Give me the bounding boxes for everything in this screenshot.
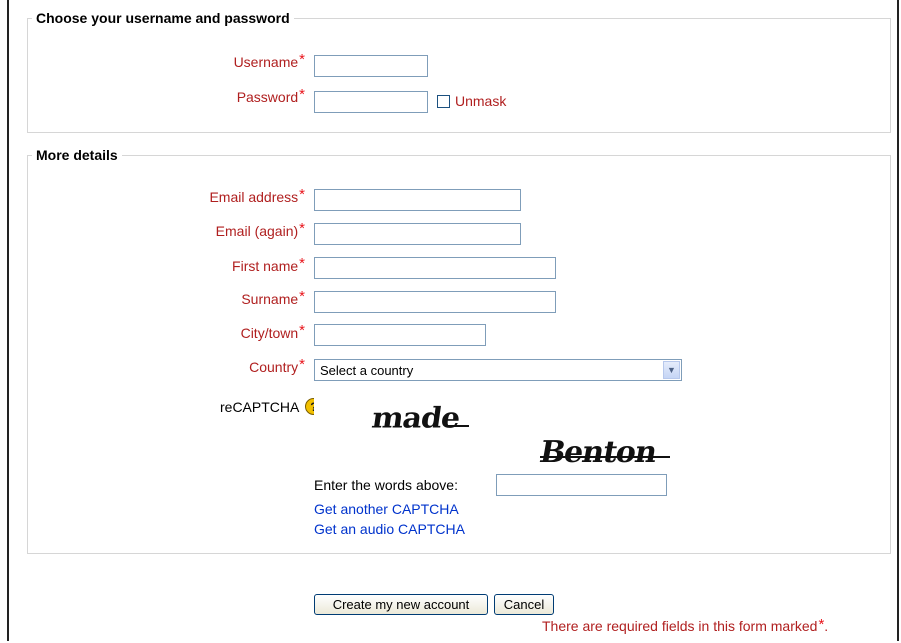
unmask-toggle[interactable]: Unmask [437,93,506,109]
create-account-button[interactable]: Create my new account [314,594,488,615]
required-asterisk: * [299,356,305,373]
required-asterisk: * [299,186,305,203]
required-fields-note: There are required fields in this form m… [542,616,829,634]
password-label-wrap: Password* [0,86,305,109]
enter-words-label: Enter the words above: [314,477,458,493]
surname-input[interactable] [314,291,556,313]
unmask-checkbox[interactable] [437,94,450,108]
surname-label: Surname* [241,288,305,307]
recaptcha-label: reCAPTCHA [220,398,300,415]
section-legend-more-details: More details [36,147,118,163]
country-select[interactable]: Select a country ▼ [314,359,682,381]
section-legend-username-password: Choose your username and password [36,10,290,26]
email-again-input[interactable] [314,223,521,245]
username-label-wrap: Username* [0,51,305,74]
captcha-stroke-1 [447,425,469,427]
username-input[interactable] [314,55,428,77]
captcha-image: made Benton [314,391,738,471]
required-asterisk: * [299,255,305,272]
captcha-word-1: made [369,401,462,436]
email-input[interactable] [314,189,521,211]
get-audio-captcha-link[interactable]: Get an audio CAPTCHA [314,521,465,537]
first-name-input[interactable] [314,257,556,279]
captcha-word-2: Benton [536,435,660,470]
country-label: Country* [249,356,305,375]
required-asterisk: * [299,86,305,103]
cancel-button[interactable]: Cancel [494,594,554,615]
username-label: Username* [233,51,305,70]
country-label-wrap: Country* [0,356,305,379]
country-select-value: Select a country [320,362,414,378]
required-asterisk: * [299,322,305,339]
password-input[interactable] [314,91,428,113]
city-label: City/town* [240,322,305,341]
surname-label-wrap: Surname* [0,288,305,311]
chevron-down-icon[interactable]: ▼ [663,361,680,379]
required-asterisk: * [299,220,305,237]
first-name-label: First name* [232,255,305,274]
get-another-captcha-link[interactable]: Get another CAPTCHA [314,501,459,517]
email-again-label-wrap: Email (again)* [0,220,305,243]
city-input[interactable] [314,324,486,346]
required-asterisk: * [299,288,305,305]
required-asterisk: * [818,616,825,633]
required-asterisk: * [299,51,305,68]
captcha-response-input[interactable] [496,474,667,496]
first-name-label-wrap: First name* [0,255,305,278]
email-again-label: Email (again)* [215,220,305,239]
recaptcha-label-row: reCAPTCHA ? [220,398,323,415]
email-label-wrap: Email address* [0,186,305,209]
city-label-wrap: City/town* [0,322,305,345]
email-label: Email address* [209,186,305,205]
password-label: Password* [236,86,305,105]
unmask-label: Unmask [455,93,507,109]
captcha-stroke-2 [540,456,670,458]
